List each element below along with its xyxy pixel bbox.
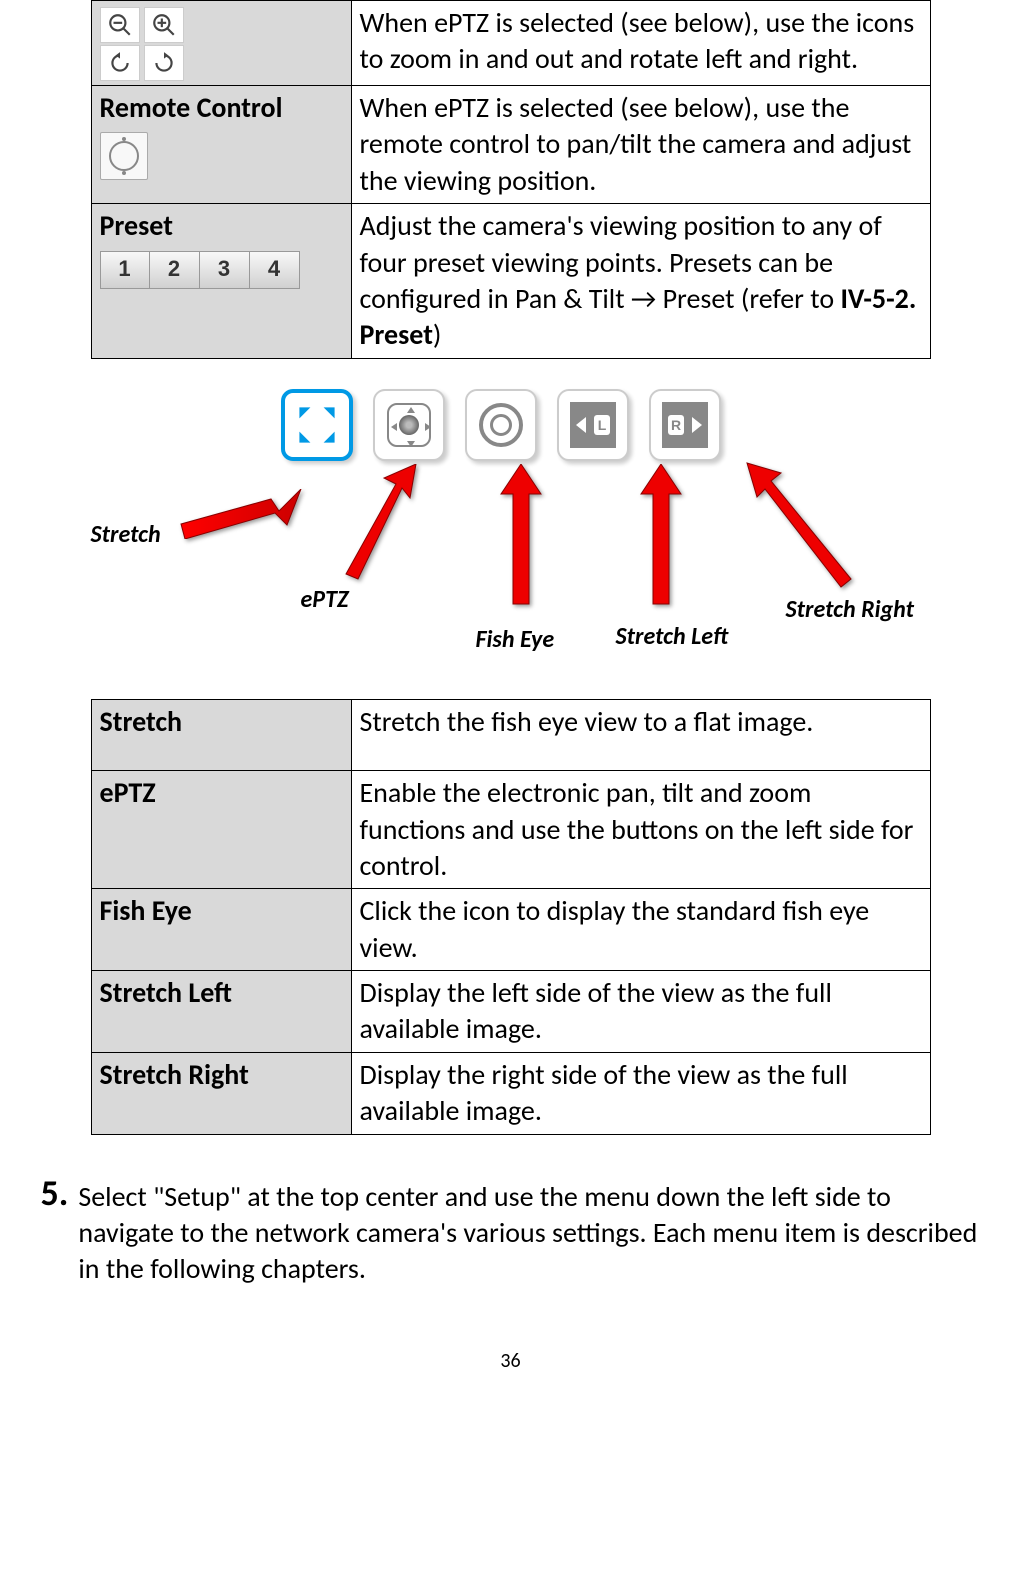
- modes-table: Stretch Stretch the fish eye view to a f…: [91, 699, 931, 1135]
- table-row: Stretch Left Display the left side of th…: [91, 971, 930, 1053]
- table-row: Preset 1 2 3 4 Adjust the camera's viewi…: [91, 204, 930, 359]
- remote-control-cell: Remote Control: [91, 86, 351, 204]
- stretch-left-row-desc: Display the left side of the view as the…: [351, 971, 930, 1053]
- preset-4-button: 4: [250, 251, 300, 289]
- preset-3-button: 3: [200, 251, 250, 289]
- table-row: Stretch Stretch the fish eye view to a f…: [91, 699, 930, 770]
- table-row: Stretch Right Display the right side of …: [91, 1052, 930, 1134]
- zoom-rotate-desc: When ePTZ is selected (see below), use t…: [351, 1, 930, 86]
- step-5: 5. Select "Setup" at the top center and …: [41, 1175, 981, 1288]
- preset-label: Preset: [100, 208, 173, 243]
- stretch-left-row-label: Stretch Left: [91, 971, 351, 1053]
- step-5-text: Select "Setup" at the top center and use…: [78, 1175, 980, 1288]
- stretch-row-desc: Stretch the fish eye view to a flat imag…: [351, 699, 930, 770]
- step-5-number: 5.: [41, 1175, 69, 1288]
- fisheye-arrow-icon: [491, 464, 551, 614]
- stretch-right-arrow-icon: [741, 459, 871, 589]
- fisheye-mode-icon: [465, 389, 537, 461]
- zoom-out-icon: [100, 7, 140, 43]
- table-row: Fish Eye Click the icon to display the s…: [91, 889, 930, 971]
- svg-text:L: L: [597, 417, 606, 433]
- eptz-mode-icon: [373, 389, 445, 461]
- preset-cell: Preset 1 2 3 4: [91, 204, 351, 359]
- stretch-label: Stretch: [91, 519, 161, 550]
- eptz-arrow-icon: [326, 464, 426, 584]
- preset-1-button: 1: [100, 251, 150, 289]
- stretch-mode-icon: [281, 389, 353, 461]
- table-row: Remote Control When ePTZ is selected (se…: [91, 86, 930, 204]
- zoom-rotate-cell: [91, 1, 351, 86]
- rotate-right-icon: [144, 45, 184, 81]
- fisheye-row-label: Fish Eye: [91, 889, 351, 971]
- controls-table: When ePTZ is selected (see below), use t…: [91, 0, 931, 359]
- page-number: 36: [30, 1348, 991, 1374]
- stretch-left-mode-icon: L: [557, 389, 629, 461]
- table-row: When ePTZ is selected (see below), use t…: [91, 1, 930, 86]
- eptz-row-label: ePTZ: [91, 771, 351, 889]
- stretch-left-label: Stretch Left: [616, 621, 729, 652]
- preset-2-button: 2: [150, 251, 200, 289]
- remote-control-desc: When ePTZ is selected (see below), use t…: [351, 86, 930, 204]
- stretch-right-label: Stretch Right: [786, 594, 914, 625]
- stretch-left-arrow-icon: [631, 464, 691, 614]
- remote-control-icon: [100, 132, 148, 180]
- zoom-in-icon: [144, 7, 184, 43]
- stretch-right-mode-icon: R: [649, 389, 721, 461]
- stretch-right-row-desc: Display the right side of the view as th…: [351, 1052, 930, 1134]
- svg-text:R: R: [670, 417, 680, 433]
- eptz-row-desc: Enable the electronic pan, tilt and zoom…: [351, 771, 930, 889]
- stretch-arrow-icon: [171, 489, 311, 539]
- remote-control-label: Remote Control: [100, 90, 283, 125]
- fisheye-label: Fish Eye: [476, 624, 555, 655]
- rotate-left-icon: [100, 45, 140, 81]
- table-row: ePTZ Enable the electronic pan, tilt and…: [91, 771, 930, 889]
- fisheye-row-desc: Click the icon to display the standard f…: [351, 889, 930, 971]
- eptz-label: ePTZ: [301, 584, 349, 615]
- preset-desc: Adjust the camera's viewing position to …: [351, 204, 930, 359]
- stretch-right-row-label: Stretch Right: [91, 1052, 351, 1134]
- stretch-row-label: Stretch: [91, 699, 351, 770]
- mode-icons-diagram: L R: [91, 389, 931, 669]
